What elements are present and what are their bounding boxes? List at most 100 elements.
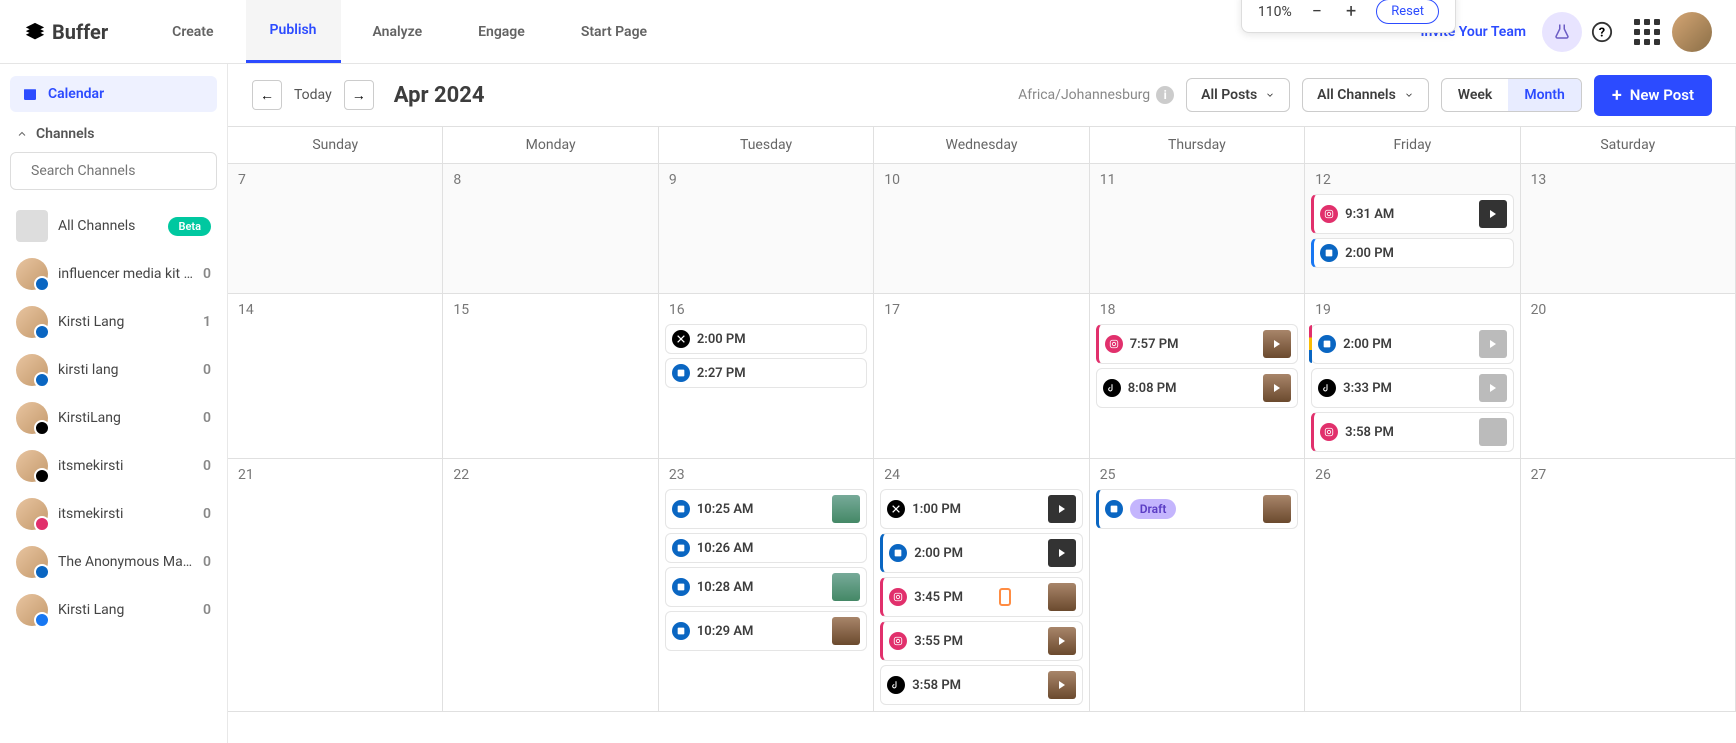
day-cell[interactable]: 7 <box>228 164 443 293</box>
channel-row[interactable]: The Anonymous Marke...0 <box>10 538 217 586</box>
help-button[interactable]: ? <box>1582 12 1622 52</box>
next-button[interactable]: → <box>344 80 374 110</box>
scheduled-post[interactable]: 10:29 AM <box>665 611 867 651</box>
scheduled-post[interactable]: 10:25 AM <box>665 489 867 529</box>
nav-engage[interactable]: Engage <box>454 0 549 63</box>
day-cell[interactable]: 162:00 PM2:27 PM <box>659 294 874 458</box>
scheduled-post[interactable]: Draft <box>1096 489 1298 529</box>
channel-name: KirstiLang <box>58 410 193 426</box>
main-nav: Create Publish Analyze Engage Start Page <box>148 0 671 63</box>
scheduled-post[interactable]: 8:08 PM <box>1096 368 1298 408</box>
day-cell[interactable]: 22 <box>443 459 658 711</box>
scheduled-post[interactable]: 10:28 AM <box>665 567 867 607</box>
scheduled-post[interactable]: 7:57 PM <box>1096 324 1298 364</box>
scheduled-post[interactable]: 3:58 PM <box>880 665 1082 705</box>
scheduled-post[interactable]: 2:00 PM <box>1311 238 1513 268</box>
day-cell[interactable]: 23 10:25 AM 10:26 AM 10:28 AM10:29 AM <box>659 459 874 711</box>
scheduled-post[interactable]: 3:33 PM <box>1311 368 1513 408</box>
new-post-button[interactable]: +New Post <box>1594 75 1712 116</box>
day-cell[interactable]: 17 <box>874 294 1089 458</box>
prev-button[interactable]: ← <box>252 80 282 110</box>
day-cell[interactable]: 9 <box>659 164 874 293</box>
channel-row[interactable]: itsmekirsti0 <box>10 490 217 538</box>
day-cell[interactable]: 25Draft <box>1090 459 1305 711</box>
channel-row[interactable]: Kirsti Lang0 <box>10 586 217 634</box>
channels-header[interactable]: Channels <box>10 112 217 152</box>
channel-row[interactable]: KirstiLang0 <box>10 394 217 442</box>
day-cell[interactable]: 187:57 PM8:08 PM <box>1090 294 1305 458</box>
li-icon <box>1318 335 1336 353</box>
day-cell[interactable]: 10 <box>874 164 1089 293</box>
all-channels-row[interactable]: All Channels Beta <box>10 202 217 250</box>
week-view-button[interactable]: Week <box>1442 79 1509 111</box>
day-header: Thursday <box>1090 127 1305 163</box>
channel-count: 0 <box>203 362 211 378</box>
day-number: 13 <box>1527 170 1729 190</box>
day-cell[interactable]: 14 <box>228 294 443 458</box>
calendar-toolbar: ← Today → Apr 2024 Africa/Johannesburgi … <box>228 64 1736 126</box>
post-time: 7:57 PM <box>1130 337 1179 352</box>
buffer-icon <box>24 21 46 43</box>
channel-name: Kirsti Lang <box>58 602 193 618</box>
scheduled-post[interactable]: 9:31 AM <box>1311 194 1513 234</box>
day-cell[interactable]: 26 <box>1305 459 1520 711</box>
scheduled-post[interactable]: 2:00 PM <box>880 533 1082 573</box>
scheduled-post[interactable]: 3:58 PM <box>1311 412 1513 452</box>
search-input[interactable] <box>31 163 209 179</box>
search-channels[interactable] <box>10 152 217 190</box>
user-avatar[interactable] <box>1672 12 1712 52</box>
day-number: 23 <box>665 465 867 485</box>
day-cell[interactable]: 20 <box>1521 294 1736 458</box>
svg-text:?: ? <box>1599 25 1605 40</box>
zoom-in-button[interactable]: + <box>1342 1 1360 22</box>
nav-startpage[interactable]: Start Page <box>557 0 671 63</box>
day-cell[interactable]: 241:00 PM2:00 PM3:45 PM3:55 PM3:58 PM <box>874 459 1089 711</box>
post-thumbnail <box>1048 583 1076 611</box>
month-view-button[interactable]: Month <box>1508 79 1581 111</box>
flask-icon <box>1553 23 1571 41</box>
li-icon <box>1105 500 1123 518</box>
day-cell[interactable]: 129:31 AM2:00 PM <box>1305 164 1520 293</box>
day-number: 17 <box>880 300 1082 320</box>
info-icon[interactable]: i <box>1156 86 1174 104</box>
post-time: 10:25 AM <box>697 502 754 517</box>
channel-row[interactable]: itsmekirsti0 <box>10 442 217 490</box>
day-cell[interactable]: 21 <box>228 459 443 711</box>
day-cell[interactable]: 15 <box>443 294 658 458</box>
zoom-reset-button[interactable]: Reset <box>1376 0 1439 24</box>
day-cell[interactable]: 13 <box>1521 164 1736 293</box>
day-cell[interactable]: 192:00 PM3:33 PM3:58 PM <box>1305 294 1520 458</box>
day-cell[interactable]: 8 <box>443 164 658 293</box>
labs-button[interactable] <box>1542 12 1582 52</box>
today-button[interactable]: Today <box>294 87 332 103</box>
scheduled-post[interactable]: 2:00 PM <box>1311 324 1513 364</box>
nav-analyze[interactable]: Analyze <box>349 0 447 63</box>
channels-filter[interactable]: All Channels <box>1302 78 1429 112</box>
scheduled-post[interactable]: 3:55 PM <box>880 621 1082 661</box>
post-thumbnail <box>1263 330 1291 358</box>
day-cell[interactable]: 27 <box>1521 459 1736 711</box>
calendar-grid: SundayMondayTuesdayWednesdayThursdayFrid… <box>228 126 1736 743</box>
day-cell[interactable]: 11 <box>1090 164 1305 293</box>
scheduled-post[interactable]: 10:26 AM <box>665 533 867 563</box>
channel-name: The Anonymous Marke... <box>58 554 193 570</box>
nav-publish[interactable]: Publish <box>246 0 341 63</box>
post-time: 1:00 PM <box>912 502 961 517</box>
brand-logo[interactable]: Buffer <box>24 20 108 44</box>
scheduled-post[interactable]: 2:27 PM <box>665 358 867 388</box>
scheduled-post[interactable]: 2:00 PM <box>665 324 867 354</box>
zoom-out-button[interactable]: − <box>1308 1 1326 22</box>
nav-create[interactable]: Create <box>148 0 237 63</box>
scheduled-post[interactable]: 1:00 PM <box>880 489 1082 529</box>
channel-row[interactable]: Kirsti Lang1 <box>10 298 217 346</box>
channel-avatar <box>16 450 48 482</box>
ig-badge-icon <box>34 516 50 532</box>
calendar-nav-item[interactable]: Calendar <box>10 76 217 112</box>
channel-avatar <box>16 594 48 626</box>
apps-button[interactable] <box>1634 19 1660 45</box>
channel-avatar <box>16 306 48 338</box>
channel-row[interactable]: influencer media kit te...0 <box>10 250 217 298</box>
posts-filter[interactable]: All Posts <box>1186 78 1290 112</box>
scheduled-post[interactable]: 3:45 PM <box>880 577 1082 617</box>
channel-row[interactable]: kirsti lang0 <box>10 346 217 394</box>
